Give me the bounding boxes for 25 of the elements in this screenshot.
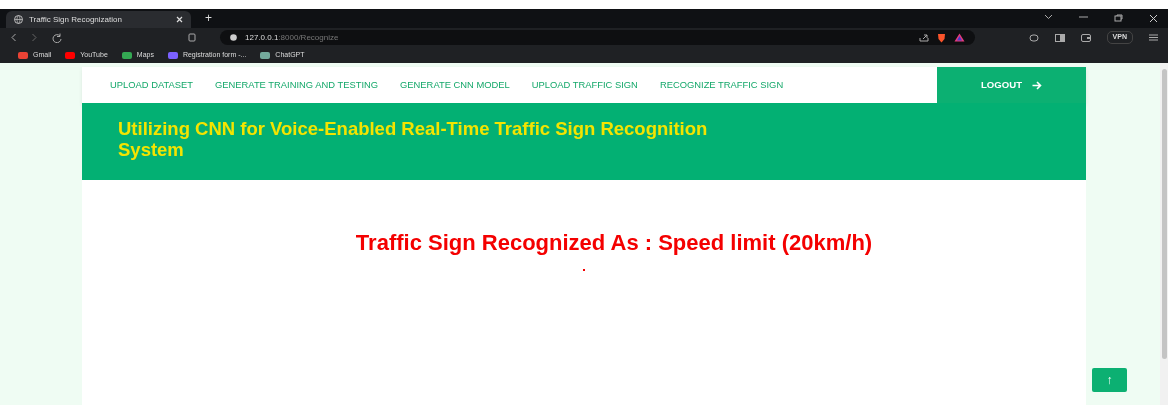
restore-icon xyxy=(1114,14,1123,22)
minimize-icon xyxy=(1079,14,1088,20)
recognition-result: Traffic Sign Recognized As : Speed limit (20km/h) xyxy=(355,229,873,257)
chevron-down-icon xyxy=(1044,14,1053,20)
back-icon xyxy=(10,33,17,42)
bookmark-icon xyxy=(188,33,196,42)
scrollbar[interactable] xyxy=(1160,63,1168,405)
reload-icon xyxy=(52,32,62,43)
globe-icon xyxy=(14,15,23,24)
url-text: 127.0.0.1:8000/Recognize xyxy=(245,31,339,44)
menu-icon xyxy=(1149,34,1158,41)
close-icon[interactable] xyxy=(176,16,183,23)
wallet-icon xyxy=(1080,33,1091,42)
site-info-icon xyxy=(230,34,237,41)
triangle-icon xyxy=(954,33,965,42)
share-icon xyxy=(919,33,929,42)
sidebar-icon xyxy=(1054,33,1065,42)
address-bar[interactable]: 127.0.0.1:8000/Recognize xyxy=(220,30,975,45)
close-icon xyxy=(1149,14,1158,23)
forward-icon xyxy=(31,33,38,42)
arrow-right-icon xyxy=(1032,80,1042,90)
page-title: Utilizing CNN for Voice-Enabled Real-Time Traffic Sign Recognition System xyxy=(118,119,709,161)
browser-tab[interactable]: Traffic Sign Recognization xyxy=(6,11,191,28)
dot-mark xyxy=(583,269,585,271)
new-tab-button[interactable]: + xyxy=(205,8,212,27)
